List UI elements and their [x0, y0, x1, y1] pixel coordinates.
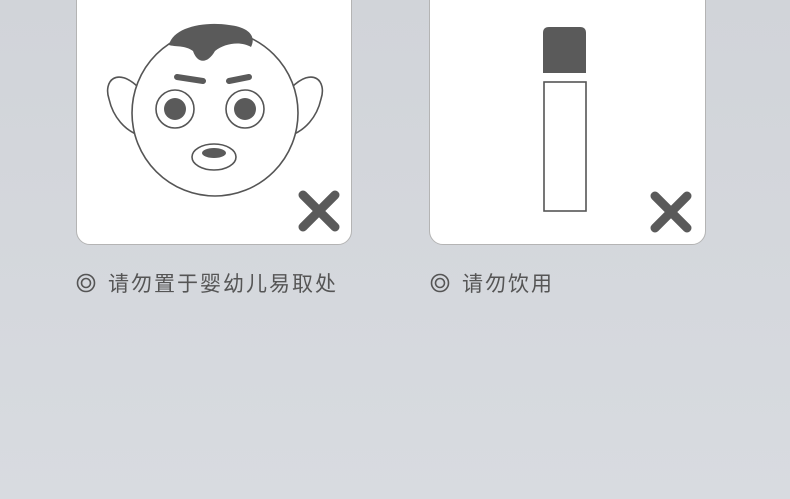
caption-keep-away-children: 请勿置于婴幼儿易取处: [76, 269, 338, 297]
caption-text: 请勿置于婴幼儿易取处: [108, 272, 338, 296]
cross-icon: [650, 191, 692, 233]
warning-card-children: [76, 0, 352, 245]
caption-text: 请勿饮用: [462, 272, 554, 296]
caption-do-not-drink: 请勿饮用: [430, 269, 554, 297]
bullseye-icon: [430, 273, 450, 293]
warning-card-drink: [429, 0, 706, 245]
bullseye-icon: [76, 273, 96, 293]
cross-icon: [298, 190, 340, 232]
